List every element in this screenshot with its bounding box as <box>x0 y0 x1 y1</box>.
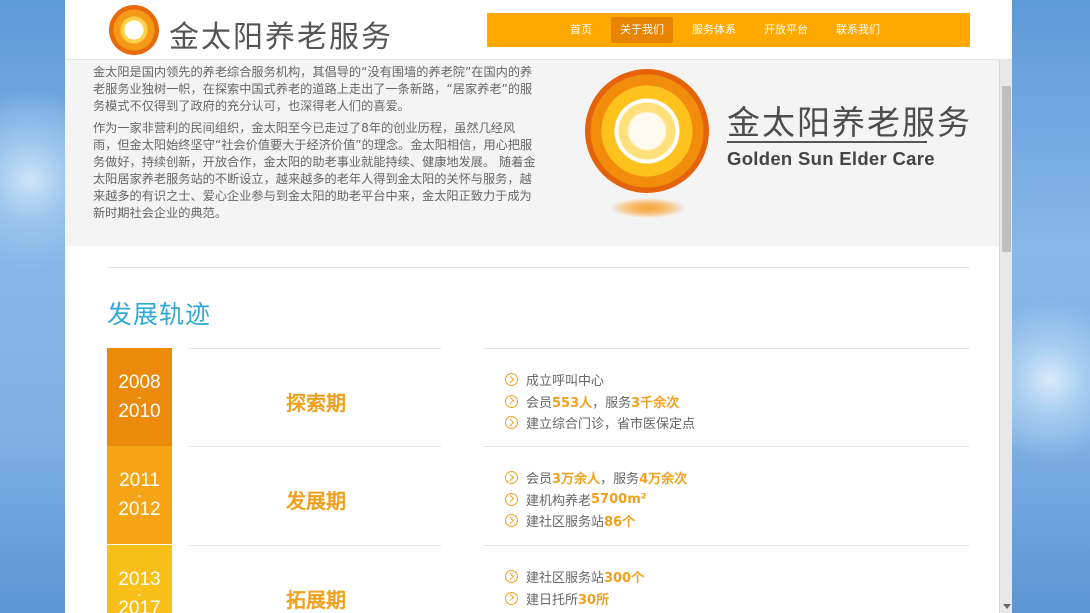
timeline-item: 会员 553人 ，服务 3千余次 <box>483 391 970 413</box>
intro-section: 金太阳是国内领先的养老综合服务机构，其倡导的“没有围墙的养老院”在国内的养老服务… <box>65 60 1012 246</box>
timeline-phase: 探索期 <box>286 391 346 415</box>
page: 金太阳养老服务 首页 关于我们 服务体系 开放平台 联系我们 金太阳是国内领先的… <box>65 0 1012 613</box>
timeline-row: 2013-2017 拓展期 建社区服务站 300个 建日托所 30所 <box>107 545 970 613</box>
item-text: ，服务 <box>592 395 632 411</box>
section-title: 发展轨迹 <box>107 300 212 329</box>
main-nav: 首页 关于我们 服务体系 开放平台 联系我们 <box>487 13 970 47</box>
intro-paragraph: 金太阳是国内领先的养老综合服务机构，其倡导的“没有围墙的养老院”在国内的养老服务… <box>93 65 533 113</box>
scroll-thumb[interactable] <box>1002 86 1011 252</box>
item-text: 成立呼叫中心 <box>526 374 605 390</box>
timeline-phase: 拓展期 <box>286 588 346 612</box>
brand-divider <box>727 141 927 143</box>
nav-item-platform[interactable]: 开放平台 <box>755 17 817 43</box>
timeline-item: 建机构养老 5700m² <box>483 489 970 511</box>
year-label: 2010 <box>118 401 161 422</box>
timeline-row: 2011-2012 发展期 会员 3万余人 ，服务 4万余次 建机构养老 5700m² 建社区服… <box>107 446 970 544</box>
timeline-item: 会员 3万余人 ，服务 4万余次 <box>483 467 970 489</box>
section-divider <box>107 267 970 268</box>
scroll-down-arrow-icon[interactable] <box>1003 604 1011 609</box>
timeline-phase-cell: 探索期 <box>188 348 441 446</box>
timeline-item: 建日托所 30所 <box>483 588 970 610</box>
timeline-phase: 发展期 <box>286 489 346 513</box>
timeline-phase-cell: 拓展期 <box>188 545 441 613</box>
item-text: 会员 <box>526 395 553 411</box>
item-text: 建社区服务站 <box>526 515 605 531</box>
year-label: 2012 <box>118 499 161 520</box>
chevron-circle-icon <box>505 514 518 528</box>
highlight-value: 30所 <box>578 592 610 608</box>
item-text: 建社区服务站 <box>526 571 605 587</box>
item-text: 建立综合门诊，省市医保定点 <box>526 417 696 433</box>
item-text: 会员 <box>526 472 553 488</box>
item-text: 建机构养老 <box>526 493 592 509</box>
highlight-value: 3千余次 <box>631 395 680 411</box>
sun-logo-icon <box>585 69 709 193</box>
highlight-value: 4万余次 <box>639 472 688 488</box>
year-label: 2013 <box>118 569 161 590</box>
year-label: 2017 <box>118 598 161 613</box>
brand-name-cn: 金太阳养老服务 <box>727 103 972 142</box>
chevron-circle-icon <box>505 570 518 584</box>
timeline-year: 2011-2012 <box>107 446 172 544</box>
timeline-items: 会员 3万余人 ，服务 4万余次 建机构养老 5700m² 建社区服务站 86个 <box>483 446 970 544</box>
timeline-row: 2008-2010 探索期 成立呼叫中心 会员 553人 ，服务 3千余次建立综合门诊，省市… <box>107 348 970 446</box>
nav-item-contact[interactable]: 联系我们 <box>827 17 889 43</box>
timeline-items: 成立呼叫中心 会员 553人 ，服务 3千余次建立综合门诊，省市医保定点 <box>483 348 970 446</box>
timeline-item: 建立综合门诊，省市医保定点 <box>483 412 970 434</box>
highlight-value: 5700m² <box>591 491 647 507</box>
item-text: ，服务 <box>600 472 640 488</box>
chevron-circle-icon <box>505 492 518 506</box>
item-text: 建日托所 <box>526 592 579 608</box>
highlight-value: 86个 <box>604 515 636 531</box>
highlight-value: 3万余人 <box>552 472 601 488</box>
year-label: 2011 <box>119 470 160 491</box>
timeline-year: 2008-2010 <box>107 348 172 446</box>
timeline-year: 2013-2017 <box>107 545 172 613</box>
timeline-phase-cell: 发展期 <box>188 446 441 544</box>
chevron-circle-icon <box>505 416 518 430</box>
intro-paragraph: 作为一家非营利的民间组织，金太阳至今已走过了8年的创业历程，虽然几经风雨，但金太… <box>93 121 536 220</box>
highlight-value: 553人 <box>552 395 593 411</box>
intro-text: 金太阳是国内领先的养老综合服务机构，其倡导的“没有围墙的养老院”在国内的养老服务… <box>93 64 539 227</box>
brand-name-en: Golden Sun Elder Care <box>727 148 935 169</box>
logo-reflection <box>611 198 685 218</box>
chevron-circle-icon <box>505 591 518 605</box>
timeline-item: 建社区服务站 300个 <box>483 566 970 588</box>
timeline-items: 建社区服务站 300个 建日托所 30所 <box>483 545 970 613</box>
chevron-circle-icon <box>505 394 518 408</box>
chevron-circle-icon <box>505 471 518 485</box>
year-label: 2008 <box>118 372 161 393</box>
site-header: 金太阳养老服务 首页 关于我们 服务体系 开放平台 联系我们 <box>65 0 1012 60</box>
scrollbar[interactable] <box>999 0 1012 613</box>
nav-item-services[interactable]: 服务体系 <box>683 17 745 43</box>
chevron-circle-icon <box>505 373 518 387</box>
timeline-item: 建社区服务站 86个 <box>483 510 970 532</box>
timeline-item: 成立呼叫中心 <box>483 369 970 391</box>
nav-item-home[interactable]: 首页 <box>561 17 601 43</box>
nav-item-about[interactable]: 关于我们 <box>611 17 673 43</box>
logo-text[interactable]: 金太阳养老服务 <box>169 12 393 56</box>
highlight-value: 300个 <box>604 571 645 587</box>
logo-icon[interactable] <box>109 5 159 55</box>
